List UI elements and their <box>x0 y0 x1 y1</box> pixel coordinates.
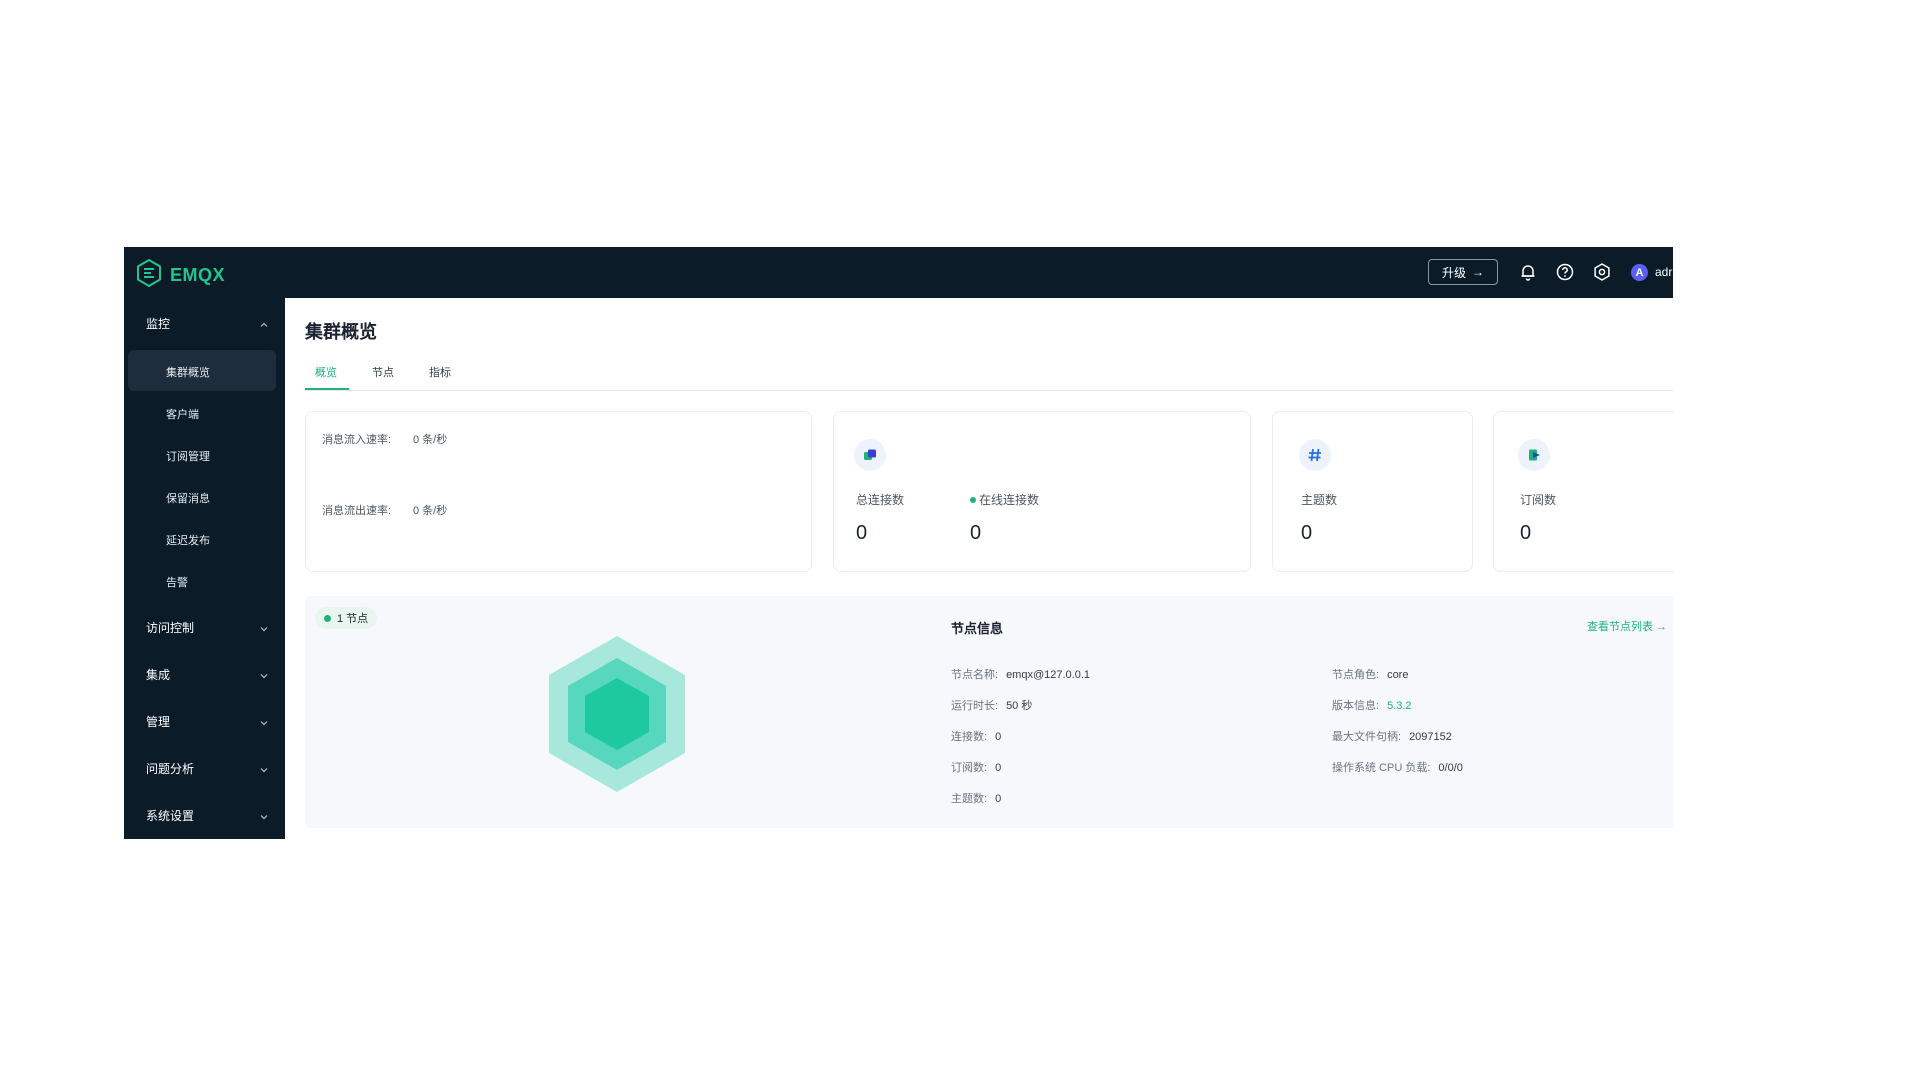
node-name-value: emqx@127.0.0.1 <box>1006 669 1091 681</box>
top-bar: EMQX 升级 → A adr <box>124 247 1673 298</box>
node-role-value: core <box>1387 669 1409 681</box>
node-topics-row: 主题数: 0 <box>951 790 1001 806</box>
inbound-rate-value: 0 条/秒 <box>413 434 448 446</box>
node-info-title: 节点信息 <box>951 621 1004 636</box>
uptime-label: 运行时长: <box>951 700 999 712</box>
node-hexagon-icon[interactable] <box>543 634 691 794</box>
total-connections-label: 总连接数 <box>856 493 905 507</box>
version-label: 版本信息: <box>1332 700 1380 712</box>
max-fds-row: 最大文件句柄: 2097152 <box>1332 728 1452 744</box>
chevron-down-icon[interactable] <box>259 762 269 773</box>
node-connections-value: 0 <box>995 731 1002 743</box>
emqx-logo-icon <box>136 258 162 292</box>
sidebar-group-access-control[interactable]: 访问控制 <box>146 619 194 636</box>
node-subscriptions-row: 订阅数: 0 <box>951 759 1001 775</box>
subscriptions-card: 订阅数 0 <box>1493 411 1673 572</box>
node-topics-value: 0 <box>995 793 1002 805</box>
chevron-down-icon[interactable] <box>259 809 269 820</box>
cpu-load-label: 操作系统 CPU 负载: <box>1332 762 1431 774</box>
connections-card: 总连接数 0 在线连接数 0 <box>833 411 1251 572</box>
tab-nodes[interactable]: 节点 <box>372 364 394 380</box>
inbound-rate-label: 消息流入速率: <box>322 434 392 446</box>
subscription-flag-icon <box>1518 439 1550 471</box>
sidebar-group-integration[interactable]: 集成 <box>146 666 170 683</box>
cpu-load-row: 操作系统 CPU 负载: 0/0/0 <box>1332 759 1463 775</box>
sidebar-group-diagnostics[interactable]: 问题分析 <box>146 760 194 777</box>
node-name-row: 节点名称: emqx@127.0.0.1 <box>951 666 1090 682</box>
sidebar: 监控 集群概览 客户端 订阅管理 保留消息 延迟发布 告警 访问控制 集成 管理… <box>124 298 285 839</box>
topics-label: 主题数 <box>1301 493 1338 507</box>
app-window: EMQX 升级 → A adr 监控 集群概览 客户端 订阅管理 保留消息 延迟… <box>124 247 1673 839</box>
node-count-text: 1 节点 <box>337 613 369 625</box>
max-fds-label: 最大文件句柄: <box>1332 731 1402 743</box>
max-fds-value: 2097152 <box>1409 731 1452 743</box>
uptime-row: 运行时长: 50 秒 <box>951 697 1032 713</box>
node-count-badge: 1 节点 <box>315 607 378 629</box>
view-node-list-link[interactable]: 查看节点列表 → <box>1587 618 1667 634</box>
uptime-value: 50 秒 <box>1006 700 1033 712</box>
subscriptions-label: 订阅数 <box>1520 493 1557 507</box>
tab-overview[interactable]: 概览 <box>315 364 337 380</box>
outbound-rate-value: 0 条/秒 <box>413 505 448 517</box>
arrow-right-icon: → <box>1472 265 1484 279</box>
message-rate-card: 消息流入速率: 0 条/秒 消息流出速率: 0 条/秒 <box>305 411 812 572</box>
help-icon[interactable] <box>1555 262 1575 282</box>
tab-active-indicator <box>305 388 349 390</box>
upgrade-label: 升级 <box>1441 265 1466 280</box>
total-connections-value: 0 <box>856 522 868 544</box>
gear-icon[interactable] <box>1592 262 1612 282</box>
connections-icon <box>854 439 886 471</box>
sidebar-item-subscriptions[interactable]: 订阅管理 <box>166 448 210 464</box>
sidebar-item-retained[interactable]: 保留消息 <box>166 490 210 506</box>
page-title: 集群概览 <box>305 322 377 342</box>
logo-text: EMQX <box>170 265 226 285</box>
upgrade-button[interactable]: 升级 → <box>1428 259 1498 285</box>
outbound-rate-label: 消息流出速率: <box>322 505 392 517</box>
node-connections-label: 连接数: <box>951 731 988 743</box>
chevron-up-icon[interactable] <box>259 317 269 327</box>
sidebar-group-management[interactable]: 管理 <box>146 713 170 730</box>
version-row: 版本信息: 5.3.2 <box>1332 697 1412 713</box>
username[interactable]: adr <box>1655 265 1672 279</box>
sidebar-item-delayed[interactable]: 延迟发布 <box>166 532 210 548</box>
bell-icon[interactable] <box>1518 262 1538 282</box>
topics-value: 0 <box>1301 522 1313 544</box>
sidebar-group-system-settings[interactable]: 系统设置 <box>146 807 194 824</box>
node-subscriptions-label: 订阅数: <box>951 762 988 774</box>
chevron-down-icon[interactable] <box>259 715 269 726</box>
node-role-label: 节点角色: <box>1332 669 1380 681</box>
node-panel: 1 节点 节点信息 查看节点列表 → 节点名称: emqx@127.0.0.1 运… <box>305 596 1673 828</box>
sidebar-item-alarms[interactable]: 告警 <box>166 574 188 590</box>
node-name-label: 节点名称: <box>951 669 999 681</box>
chevron-down-icon[interactable] <box>259 668 269 679</box>
sidebar-item-clients[interactable]: 客户端 <box>166 406 199 422</box>
node-status-dot <box>324 614 331 622</box>
logo[interactable]: EMQX <box>136 258 226 292</box>
online-connections-value: 0 <box>970 522 982 544</box>
version-value[interactable]: 5.3.2 <box>1387 700 1411 712</box>
subscriptions-value: 0 <box>1520 522 1532 544</box>
chevron-down-icon[interactable] <box>259 621 269 632</box>
avatar[interactable]: A <box>1631 264 1648 281</box>
online-connections-label: 在线连接数 <box>970 491 1039 508</box>
hash-icon <box>1299 439 1331 471</box>
sidebar-item-cluster-overview[interactable]: 集群概览 <box>166 364 210 380</box>
tab-bar: 概览 节点 指标 <box>305 360 1673 391</box>
online-connections-text: 在线连接数 <box>979 493 1040 507</box>
tab-metrics[interactable]: 指标 <box>429 364 451 380</box>
cpu-load-value: 0/0/0 <box>1438 762 1463 774</box>
node-subscriptions-value: 0 <box>995 762 1002 774</box>
node-role-row: 节点角色: core <box>1332 666 1408 682</box>
node-topics-label: 主题数: <box>951 793 988 805</box>
main-content: 集群概览 概览 节点 指标 消息流入速率: 0 条/秒 消息流出速率: 0 条/… <box>285 298 1673 839</box>
node-connections-row: 连接数: 0 <box>951 728 1001 744</box>
topics-card: 主题数 0 <box>1272 411 1473 572</box>
sidebar-group-monitor[interactable]: 监控 <box>146 315 170 332</box>
online-status-dot <box>970 496 976 503</box>
